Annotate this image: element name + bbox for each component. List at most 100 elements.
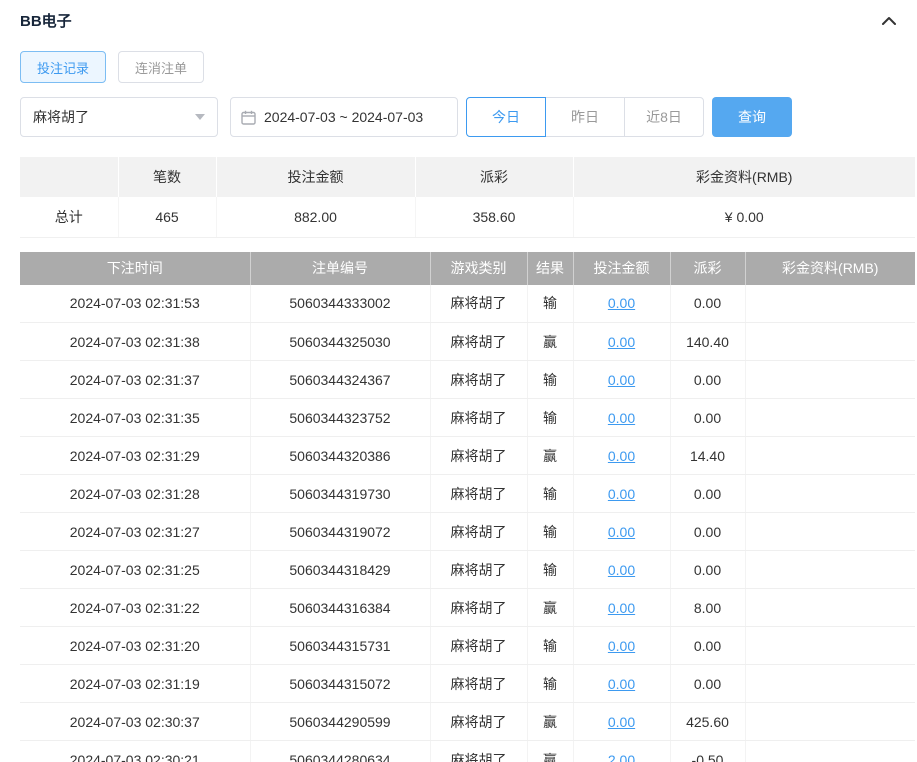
bet-amount-link[interactable]: 0.00 [608, 295, 635, 311]
bet-amount-link[interactable]: 0.00 [608, 410, 635, 426]
cell-order-number: 5060344316384 [250, 588, 431, 627]
cell-bet-time: 2024-07-03 02:31:37 [20, 360, 251, 399]
table-row: 2024-07-03 02:31:27 5060344319072 麻将胡了输 0.0… [20, 512, 915, 551]
cell-payout: 0.00 [670, 664, 746, 703]
cell-bonus [745, 360, 915, 399]
cell-result: 输 [527, 284, 574, 323]
table-row: 2024-07-03 02:31:22 5060344316384 麻将胡了赢 0.0… [20, 588, 915, 627]
summary-header-row: 笔数 投注金额 派彩 彩金资料(RMB) [20, 157, 915, 197]
summary-total-bet: 882.00 [216, 197, 416, 238]
cell-bet-amount: 2.00 [573, 740, 671, 762]
col-header-game: 游戏类别 [430, 251, 528, 285]
cell-bet-time: 2024-07-03 02:31:22 [20, 588, 251, 627]
cell-result: 输 [527, 398, 574, 437]
tab-cancelled-orders[interactable]: 连消注单 [118, 51, 205, 83]
cell-bet-amount: 0.00 [573, 512, 671, 551]
date-range-input[interactable]: 2024-07-03 ~ 2024-07-03 [230, 97, 458, 137]
bet-amount-link[interactable]: 0.00 [608, 524, 635, 540]
cell-game-type: 麻将胡了 [430, 436, 528, 475]
cell-payout: 140.40 [670, 322, 746, 361]
cell-payout: 0.00 [670, 512, 746, 551]
cell-order-number: 5060344280634 [250, 740, 431, 762]
panel-header: BB电子 [20, 0, 915, 39]
bet-amount-link[interactable]: 2.00 [608, 752, 635, 762]
records-tbody: 2024-07-03 02:31:53 5060344333002 麻将胡了输 0.0… [20, 284, 915, 762]
cell-payout: 0.00 [670, 284, 746, 323]
quick-button-yesterday[interactable]: 昨日 [545, 97, 625, 137]
cell-bet-amount: 0.00 [573, 664, 671, 703]
search-button[interactable]: 查询 [712, 97, 792, 137]
cell-bet-time: 2024-07-03 02:31:19 [20, 664, 251, 703]
table-row: 2024-07-03 02:31:25 5060344318429 麻将胡了输 0.0… [20, 550, 915, 589]
table-row: 2024-07-03 02:31:28 5060344319730 麻将胡了输 0.0… [20, 474, 915, 513]
col-header-result: 结果 [527, 251, 574, 285]
cell-result: 输 [527, 626, 574, 665]
summary-table: 笔数 投注金额 派彩 彩金资料(RMB) 总计 465 882.00 358.6… [20, 157, 915, 238]
bet-amount-link[interactable]: 0.00 [608, 714, 635, 730]
cell-bonus [745, 664, 915, 703]
records-header-row: 下注时间 注单编号 游戏类别 结果 投注金额 派彩 彩金资料(RMB) [20, 251, 915, 285]
cell-order-number: 5060344323752 [250, 398, 431, 437]
chevron-up-icon[interactable] [881, 16, 897, 26]
cell-bonus [745, 436, 915, 475]
quick-button-last8days[interactable]: 近8日 [624, 97, 704, 137]
cell-bet-amount: 0.00 [573, 550, 671, 589]
bet-amount-link[interactable]: 0.00 [608, 638, 635, 654]
cell-bonus [745, 702, 915, 741]
cell-bonus [745, 284, 915, 323]
cell-result: 赢 [527, 588, 574, 627]
cell-order-number: 5060344315731 [250, 626, 431, 665]
cell-bonus [745, 740, 915, 762]
cell-game-type: 麻将胡了 [430, 360, 528, 399]
bet-amount-link[interactable]: 0.00 [608, 676, 635, 692]
cell-game-type: 麻将胡了 [430, 740, 528, 762]
cell-bonus [745, 626, 915, 665]
bet-amount-link[interactable]: 0.00 [608, 448, 635, 464]
bet-amount-link[interactable]: 0.00 [608, 562, 635, 578]
cell-bet-time: 2024-07-03 02:31:29 [20, 436, 251, 475]
bet-amount-link[interactable]: 0.00 [608, 600, 635, 616]
cell-order-number: 5060344319072 [250, 512, 431, 551]
cell-payout: 14.40 [670, 436, 746, 475]
cell-result: 输 [527, 360, 574, 399]
cell-payout: 8.00 [670, 588, 746, 627]
cell-bonus [745, 322, 915, 361]
summary-total-bonus: ¥ 0.00 [573, 197, 915, 238]
cell-order-number: 5060344319730 [250, 474, 431, 513]
cell-order-number: 5060344318429 [250, 550, 431, 589]
tab-bet-records[interactable]: 投注记录 [20, 51, 107, 83]
game-select[interactable]: 麻将胡了 [20, 97, 218, 137]
cell-bonus [745, 512, 915, 551]
table-row: 2024-07-03 02:31:19 5060344315072 麻将胡了输 0.0… [20, 664, 915, 703]
cell-payout: 0.00 [670, 474, 746, 513]
table-row: 2024-07-03 02:31:20 5060344315731 麻将胡了输 0.0… [20, 626, 915, 665]
cell-bet-time: 2024-07-03 02:30:21 [20, 740, 251, 762]
cell-bet-time: 2024-07-03 02:31:27 [20, 512, 251, 551]
col-header-payout: 派彩 [670, 251, 746, 285]
cell-bet-time: 2024-07-03 02:31:53 [20, 284, 251, 323]
bet-amount-link[interactable]: 0.00 [608, 486, 635, 502]
table-row: 2024-07-03 02:31:29 5060344320386 麻将胡了赢 0.0… [20, 436, 915, 475]
tabs-bar: 投注记录 连消注单 [20, 51, 915, 83]
bet-amount-link[interactable]: 0.00 [608, 372, 635, 388]
cell-bet-amount: 0.00 [573, 436, 671, 475]
cell-game-type: 麻将胡了 [430, 398, 528, 437]
cell-order-number: 5060344320386 [250, 436, 431, 475]
cell-result: 输 [527, 664, 574, 703]
cell-game-type: 麻将胡了 [430, 474, 528, 513]
cell-game-type: 麻将胡了 [430, 284, 528, 323]
cell-game-type: 麻将胡了 [430, 322, 528, 361]
col-header-time: 下注时间 [20, 251, 251, 285]
cell-bet-time: 2024-07-03 02:31:35 [20, 398, 251, 437]
col-header-bonus: 彩金资料(RMB) [745, 251, 915, 285]
cell-bonus [745, 398, 915, 437]
betting-records-panel: BB电子 投注记录 连消注单 麻将胡了 2024-07-03 ~ 2024-07… [0, 0, 917, 762]
cell-result: 赢 [527, 740, 574, 762]
cell-bet-time: 2024-07-03 02:31:25 [20, 550, 251, 589]
cell-payout: 0.00 [670, 626, 746, 665]
cell-payout: 0.00 [670, 398, 746, 437]
bet-amount-link[interactable]: 0.00 [608, 334, 635, 350]
cell-game-type: 麻将胡了 [430, 702, 528, 741]
quick-button-today[interactable]: 今日 [466, 97, 546, 137]
cell-bet-time: 2024-07-03 02:31:28 [20, 474, 251, 513]
